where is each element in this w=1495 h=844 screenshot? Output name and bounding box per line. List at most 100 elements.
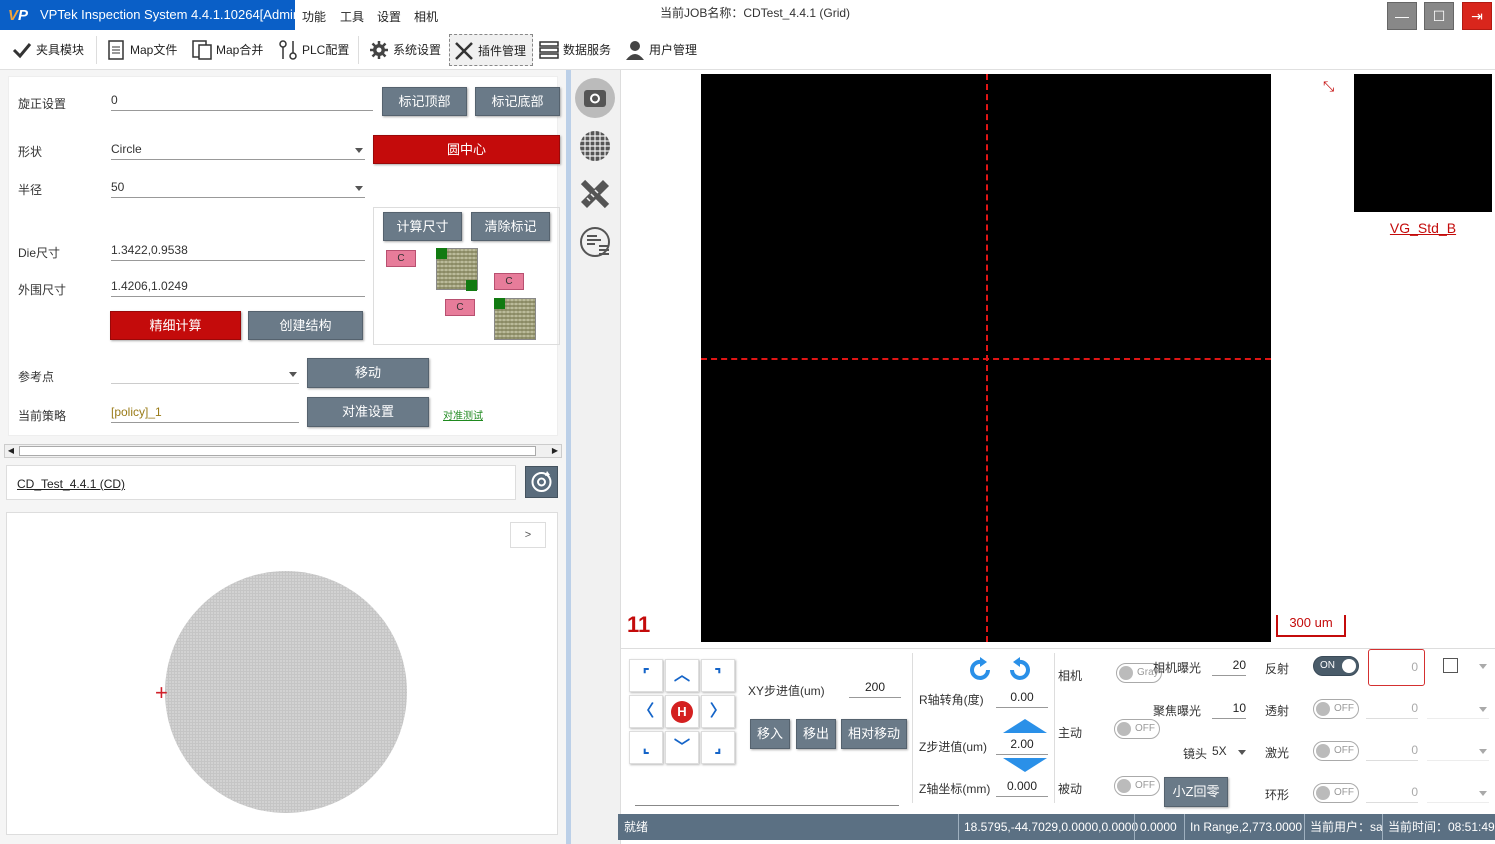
reference-image-thumbnail[interactable] <box>1354 74 1492 212</box>
wafer-map[interactable] <box>165 571 407 813</box>
refresh-button[interactable] <box>525 466 558 498</box>
crosshair-horizontal <box>701 358 1271 360</box>
ring-value-input[interactable]: 0 <box>1366 783 1418 803</box>
reference-image-label[interactable]: VG_Std_B <box>1354 220 1492 236</box>
reference-point-select[interactable] <box>111 364 299 384</box>
job-name-link[interactable]: CD_Test_4.4.1 (CD) <box>17 477 125 491</box>
transmit-label: 透射 <box>1265 704 1290 718</box>
move-out-button[interactable]: 移出 <box>796 719 836 749</box>
grid-view-button[interactable] <box>575 126 615 166</box>
reflect-checkbox[interactable] <box>1443 658 1458 673</box>
z-up-arrow[interactable] <box>1003 719 1047 733</box>
toolbar-map-merge[interactable]: Map合并 <box>188 34 263 66</box>
passive-label: 被动 <box>1058 782 1083 796</box>
collapse-icon[interactable]: ⤡ <box>1323 78 1334 95</box>
menu-settings[interactable]: 设置 <box>377 8 401 25</box>
wafer-settings-button[interactable] <box>575 222 615 262</box>
toolbar-plc-config[interactable]: PLC配置 <box>274 34 349 66</box>
job-selector[interactable]: CD_Test_4.4.1 (CD) <box>6 465 516 500</box>
clear-mark-button[interactable]: 清除标记 <box>471 212 550 241</box>
move-button[interactable]: 移动 <box>307 358 429 388</box>
rotate-cw-icon[interactable] <box>1006 657 1032 683</box>
transmit-value-input[interactable]: 0 <box>1366 699 1418 719</box>
camera-exposure-input[interactable]: 20 <box>1212 656 1246 676</box>
menu-function[interactable]: 功能 <box>302 8 326 25</box>
snapshot-button[interactable] <box>575 78 615 118</box>
move-down-right-button[interactable]: ⌟ <box>701 731 735 764</box>
menu-camera[interactable]: 相机 <box>414 8 438 25</box>
z-down-arrow[interactable] <box>1003 758 1047 772</box>
z-step-input[interactable]: 2.00 <box>996 735 1048 755</box>
reflect-select[interactable] <box>1467 656 1489 676</box>
move-down-button[interactable]: ﹀ <box>665 731 699 764</box>
transmit-select[interactable] <box>1427 699 1489 719</box>
focus-exposure-input[interactable]: 10 <box>1212 699 1246 719</box>
menu-tools[interactable]: 工具 <box>340 8 364 25</box>
align-settings-button[interactable]: 对准设置 <box>307 397 429 427</box>
active-toggle[interactable]: OFF <box>1114 719 1160 739</box>
rotate-ccw-icon[interactable] <box>968 657 994 683</box>
laser-select[interactable] <box>1427 741 1489 761</box>
expand-button[interactable]: > <box>510 522 546 548</box>
outer-size-input[interactable]: 1.4206,1.0249 <box>111 277 365 297</box>
scroll-left-arrow[interactable]: ◀ <box>5 445 17 457</box>
toolbar-data-service[interactable]: 数据服务 <box>535 34 611 66</box>
exit-button[interactable]: ⇥ <box>1462 2 1492 30</box>
move-left-button[interactable]: 〈 <box>629 695 663 728</box>
policy-input[interactable]: [policy]_1 <box>111 403 299 423</box>
passive-toggle[interactable]: OFF <box>1114 776 1160 796</box>
lens-select[interactable]: 5X <box>1212 742 1248 762</box>
diagram-corner-mark <box>494 298 505 309</box>
data-service-icon <box>539 41 559 59</box>
divider <box>635 805 899 806</box>
toolbar-map-file[interactable]: Map文件 <box>102 34 177 66</box>
move-up-left-button[interactable]: ⌜ <box>629 659 663 692</box>
scroll-right-arrow[interactable]: ▶ <box>549 445 561 457</box>
camera-live-view[interactable] <box>701 74 1271 642</box>
reflect-value-input[interactable]: 0 <box>1368 649 1425 686</box>
z-coord-input[interactable]: 0.000 <box>996 777 1048 797</box>
home-button[interactable]: H <box>665 695 699 728</box>
move-up-right-button[interactable]: ⌝ <box>701 659 735 692</box>
status-user: 当前用户：sa <box>1304 814 1383 840</box>
circle-center-button[interactable]: 圆中心 <box>373 135 560 164</box>
calc-size-button[interactable]: 计算尺寸 <box>383 212 462 241</box>
camera-label: 相机 <box>1058 669 1083 683</box>
create-structure-button[interactable]: 创建结构 <box>248 311 363 340</box>
toolbar-user-management[interactable]: 用户管理 <box>621 34 697 66</box>
xy-step-input[interactable]: 200 <box>849 678 901 698</box>
reflect-toggle[interactable]: ON <box>1313 656 1359 676</box>
toolbar-plugin-manager[interactable]: 插件管理 <box>449 34 534 66</box>
ring-toggle[interactable]: OFF <box>1313 783 1359 803</box>
toolbar-system-settings[interactable]: 系统设置 <box>365 34 441 66</box>
minimize-button[interactable]: — <box>1387 2 1417 30</box>
mark-bottom-button[interactable]: 标记底部 <box>475 87 560 116</box>
move-in-button[interactable]: 移入 <box>750 719 790 749</box>
maximize-button[interactable]: ☐ <box>1424 2 1454 30</box>
align-test-link[interactable]: 对准测试 <box>443 407 483 422</box>
horizontal-scrollbar[interactable]: ◀ ▶ <box>4 444 562 458</box>
die-structure-diagram: 计算尺寸 清除标记 C C C <box>373 207 560 345</box>
r-angle-input[interactable]: 0.00 <box>996 688 1048 708</box>
laser-toggle[interactable]: OFF <box>1313 741 1359 761</box>
rotation-input[interactable]: 0 <box>111 91 373 111</box>
toolbar-fixture-module[interactable]: 夹具模块 <box>8 34 84 66</box>
shape-select[interactable]: Circle <box>111 140 365 160</box>
fine-calc-button[interactable]: 精细计算 <box>110 311 241 340</box>
transmit-toggle[interactable]: OFF <box>1313 699 1359 719</box>
small-z-home-button[interactable]: 小Z回零 <box>1164 777 1228 807</box>
mark-top-button[interactable]: 标记顶部 <box>382 87 467 116</box>
plc-icon <box>279 40 297 60</box>
scroll-thumb[interactable] <box>19 446 536 456</box>
move-down-left-button[interactable]: ⌞ <box>629 731 663 764</box>
laser-value-input[interactable]: 0 <box>1366 741 1418 761</box>
die-size-input[interactable]: 1.3422,0.9538 <box>111 241 365 261</box>
diagram-c-marker: C <box>445 299 475 316</box>
move-right-button[interactable]: 〉 <box>701 695 735 728</box>
radius-select[interactable]: 50 <box>111 178 365 198</box>
measure-tool-button[interactable] <box>575 174 615 214</box>
ring-select[interactable] <box>1427 783 1489 803</box>
relative-move-button[interactable]: 相对移动 <box>841 719 907 749</box>
move-up-button[interactable]: ︿ <box>665 659 699 692</box>
diagram-c-marker: C <box>386 250 416 267</box>
